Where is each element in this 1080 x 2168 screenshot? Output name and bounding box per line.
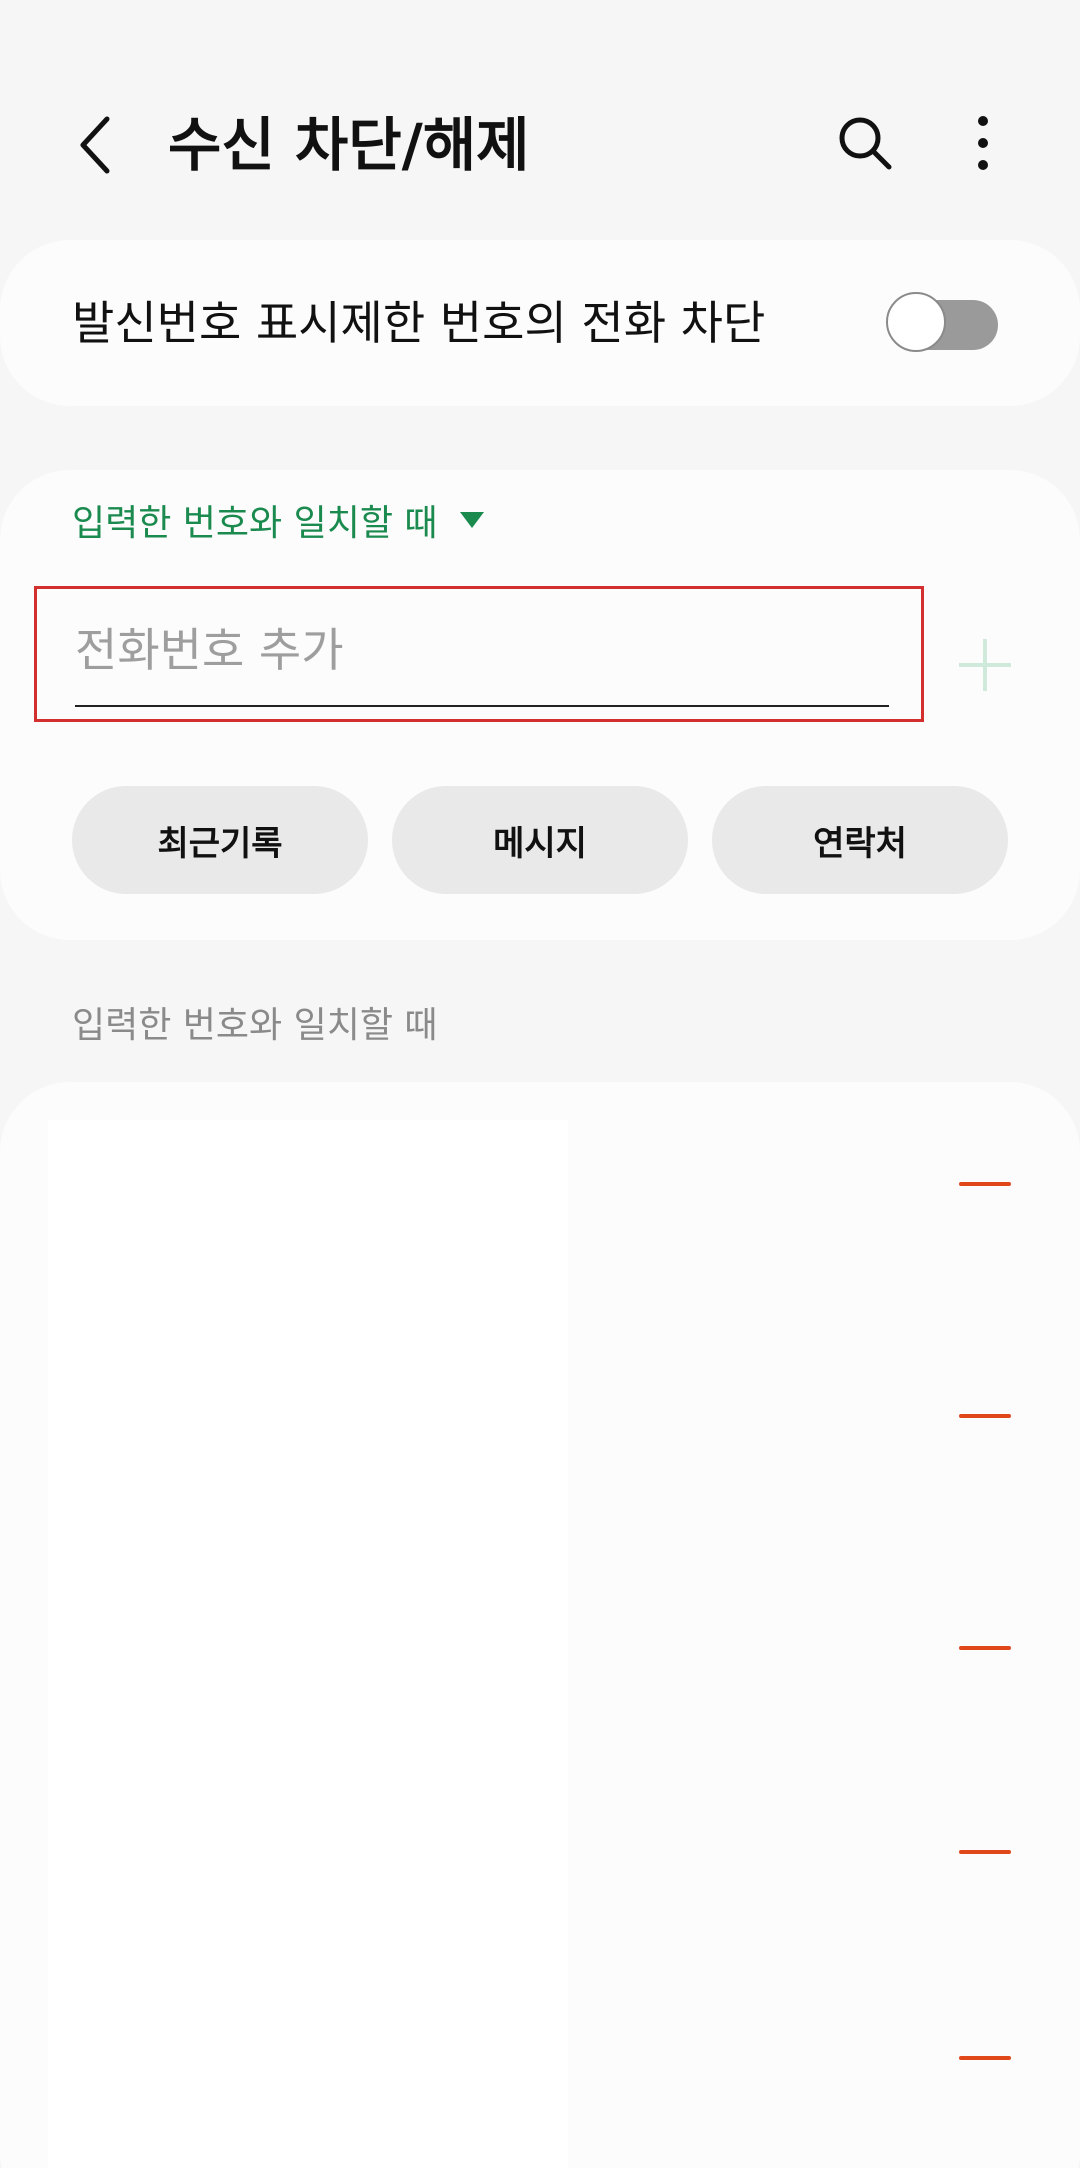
more-options-button[interactable] (948, 108, 1018, 178)
block-unknown-label: 발신번호 표시제한 번호의 전화 차단 (72, 296, 766, 350)
phone-input-highlight (34, 586, 924, 722)
remove-number-button[interactable] (950, 1164, 1020, 1204)
add-number-button[interactable] (950, 630, 1020, 700)
remove-number-button[interactable] (950, 2038, 1020, 2078)
remove-number-button[interactable] (950, 1832, 1020, 1872)
minus-icon (959, 1182, 1011, 1186)
match-mode-dropdown[interactable]: 입력한 번호와 일치할 때 (72, 490, 486, 550)
block-unknown-toggle[interactable] (886, 292, 998, 354)
minus-icon (959, 1646, 1011, 1650)
contacts-button[interactable]: 연락처 (712, 786, 1008, 894)
block-numbers-page: 수신 차단/해제 발신번호 표시제한 번호의 전화 차단 입력한 번호와 일치할… (0, 0, 1080, 2168)
minus-icon (959, 1850, 1011, 1854)
remove-number-button[interactable] (950, 1628, 1020, 1668)
remove-number-button[interactable] (950, 1396, 1020, 1436)
dropdown-triangle-icon (459, 512, 484, 528)
plus-icon (959, 639, 1011, 691)
back-button[interactable] (60, 105, 130, 185)
blocked-list-header: 입력한 번호와 일치할 때 (72, 1005, 438, 1046)
search-button[interactable] (830, 108, 900, 178)
search-icon (839, 117, 892, 170)
app-header: 수신 차단/해제 (0, 0, 1080, 240)
minus-icon (959, 2056, 1011, 2060)
more-vertical-icon (978, 116, 988, 170)
phone-number-input[interactable] (75, 611, 889, 689)
chevron-left-icon (80, 116, 110, 174)
toggle-knob (886, 292, 946, 352)
match-mode-label: 입력한 번호와 일치할 때 (72, 503, 438, 544)
messages-button[interactable]: 메시지 (392, 786, 688, 894)
blocked-numbers-redacted-area (48, 1120, 568, 2168)
input-underline (75, 705, 889, 707)
recent-logs-button[interactable]: 최근기록 (72, 786, 368, 894)
page-title: 수신 차단/해제 (168, 111, 530, 179)
minus-icon (959, 1414, 1011, 1418)
